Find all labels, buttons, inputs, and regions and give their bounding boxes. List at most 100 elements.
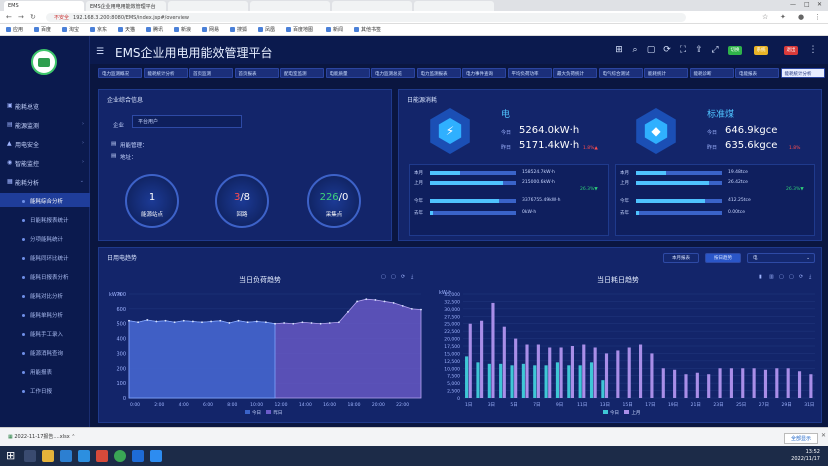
company-select[interactable]: 平台用户 xyxy=(132,115,242,128)
bar-tool-icon[interactable]: ▮ xyxy=(759,274,762,280)
screen-icon[interactable]: ▢ xyxy=(646,45,656,55)
nav-tab[interactable]: 首页报表 xyxy=(234,68,279,78)
refresh-icon[interactable]: ⟳ xyxy=(662,45,672,55)
sidebar-item[interactable]: ◉ 智能监控 › xyxy=(0,155,90,169)
expand-icon[interactable]: ⤢ xyxy=(710,45,720,55)
sidebar-item[interactable]: 能源消耗查询 xyxy=(0,345,90,359)
browser-tab[interactable] xyxy=(250,1,330,11)
download-tool-icon[interactable]: ⤓ xyxy=(411,274,413,280)
sidebar-item[interactable]: ▣ 能耗总览 xyxy=(0,98,90,112)
browser-tab[interactable] xyxy=(332,1,412,11)
bookmark-item[interactable]: 搜狐 xyxy=(230,26,247,33)
header-button[interactable]: 退出 xyxy=(784,46,798,55)
bookmark-item[interactable]: 百度 xyxy=(34,26,51,33)
app-icon[interactable] xyxy=(96,450,108,462)
chrome-icon[interactable] xyxy=(114,450,126,462)
stack-tool-icon[interactable]: ▥ xyxy=(769,274,774,280)
nav-tab[interactable]: 首页监测 xyxy=(189,68,233,78)
nav-tab[interactable]: 电能报表 xyxy=(735,68,779,78)
nav-tab[interactable]: 电气综合测试 xyxy=(598,68,643,78)
minimize-icon[interactable]: — xyxy=(790,1,796,8)
grid-icon[interactable]: ⊞ xyxy=(614,45,624,55)
start-icon[interactable]: ⊞ xyxy=(6,450,18,462)
energy-type-select[interactable]: 电 ⌄ xyxy=(747,253,815,263)
sidebar-item[interactable]: ▦ 能耗分析 ⌄ xyxy=(0,174,90,188)
menu-toggle-icon[interactable]: ☰ xyxy=(96,47,104,57)
download-tool-icon[interactable]: ⤓ xyxy=(809,274,811,280)
bookmark-item[interactable]: 新闻 xyxy=(326,26,343,33)
fullscreen-icon[interactable]: ⛶ xyxy=(678,45,688,55)
nav-tab[interactable]: 配电室监测 xyxy=(280,68,324,78)
menu-icon[interactable]: ⋮ xyxy=(814,13,821,21)
nav-tab[interactable]: 电力监测总览 xyxy=(371,68,415,78)
nav-tab[interactable]: 平均负荷功率 xyxy=(507,68,552,78)
nav-tab[interactable]: 电力事件查询 xyxy=(462,68,506,78)
nav-tab[interactable]: 能耗统计 xyxy=(644,68,688,78)
app-icon[interactable] xyxy=(150,450,162,462)
browser-tab[interactable]: EMS企业用电用能效管理平台 xyxy=(86,1,166,11)
daily-trend-button[interactable]: 按日趋势 xyxy=(705,253,741,263)
search-icon[interactable]: ⌕ xyxy=(630,45,640,55)
folder-icon[interactable] xyxy=(42,450,54,462)
bookmark-item[interactable]: 京东 xyxy=(90,26,107,33)
system-clock[interactable]: 13:52 2022/11/17 xyxy=(791,449,820,463)
bookmark-item[interactable]: 网易 xyxy=(202,26,219,33)
sidebar-item[interactable]: 用能报表 xyxy=(0,364,90,378)
nav-tab[interactable]: 能耗诊断 xyxy=(689,68,734,78)
download-item[interactable]: ▦ 2022-11-17报告....xlsx ⌃ xyxy=(8,433,75,440)
forward-icon[interactable]: → xyxy=(18,13,24,21)
sidebar-item[interactable]: 能耗日报表分析 xyxy=(0,269,90,283)
bookmark-item[interactable]: 腾讯 xyxy=(146,26,163,33)
show-all-downloads-button[interactable]: 全部显示 xyxy=(783,433,818,444)
star-icon[interactable]: ☆ xyxy=(762,13,768,21)
extension-icon[interactable]: ✦ xyxy=(780,13,786,21)
sidebar-item[interactable]: 能耗同环比统计 xyxy=(0,250,90,264)
sidebar-item[interactable]: ▲ 用电安全 › xyxy=(0,136,90,150)
monthly-report-button[interactable]: 本月报表 xyxy=(663,253,699,263)
bookmark-item[interactable]: 凤凰 xyxy=(258,26,275,33)
reload-icon[interactable]: ↻ xyxy=(30,13,36,21)
bar-tool-icon[interactable]: ▢ xyxy=(789,274,794,280)
refresh-tool-icon[interactable]: ⟳ xyxy=(401,274,405,280)
sidebar-item[interactable]: 能耗对比分析 xyxy=(0,288,90,302)
sidebar-item[interactable]: 能耗手工录入 xyxy=(0,326,90,340)
app-icon[interactable] xyxy=(132,450,144,462)
bookmark-item[interactable]: 应用 xyxy=(6,26,23,33)
more-icon[interactable]: ⋮ xyxy=(808,45,818,55)
refresh-tool-icon[interactable]: ⟳ xyxy=(799,274,803,280)
close-icon[interactable]: ✕ xyxy=(817,1,822,8)
nav-tab[interactable]: 能耗统计分析 xyxy=(143,68,188,78)
bookmark-item[interactable]: 新浪 xyxy=(174,26,191,33)
maximize-icon[interactable]: □ xyxy=(804,1,810,8)
bookmark-item[interactable]: 百度地图 xyxy=(286,26,313,33)
app-icon[interactable] xyxy=(78,450,90,462)
bookmark-item[interactable]: 淘宝 xyxy=(62,26,79,33)
bar-tool-icon[interactable]: ▢ xyxy=(391,274,396,280)
app-icon[interactable] xyxy=(60,450,72,462)
browser-tab[interactable] xyxy=(168,1,248,11)
share-icon[interactable]: ⇪ xyxy=(694,45,704,55)
header-button[interactable]: 系统 xyxy=(754,46,768,55)
search-icon[interactable] xyxy=(24,450,36,462)
bookmark-item[interactable]: 天猫 xyxy=(118,26,135,33)
nav-tab[interactable]: 电能质量 xyxy=(325,68,370,78)
nav-tab[interactable]: 电力监测报表 xyxy=(416,68,461,78)
back-icon[interactable]: ← xyxy=(6,13,12,21)
sidebar-item[interactable]: 分项能耗统计 xyxy=(0,231,90,245)
browser-tab[interactable]: EMS xyxy=(4,1,84,11)
sidebar-item[interactable]: 工作日报 xyxy=(0,383,90,397)
line-tool-icon[interactable]: ▢ xyxy=(381,274,386,280)
sidebar-item[interactable]: ▤ 能源监测 › xyxy=(0,117,90,131)
browser-tab[interactable] xyxy=(414,1,494,11)
nav-tab[interactable]: 电力监测概况 xyxy=(98,68,142,78)
sidebar-item[interactable]: 能耗综合分析 xyxy=(0,193,90,207)
profile-icon[interactable]: ● xyxy=(798,13,804,21)
nav-tab[interactable]: 最大负荷统计 xyxy=(553,68,597,78)
header-button[interactable]: 切换 xyxy=(728,46,742,55)
sidebar-item[interactable]: 能耗单耗分析 xyxy=(0,307,90,321)
line-tool-icon[interactable]: ▢ xyxy=(779,274,784,280)
sidebar-item[interactable]: 日能耗报表统计 xyxy=(0,212,90,226)
bookmark-item[interactable]: 其他书签 xyxy=(354,26,381,33)
nav-tab[interactable]: 能耗统计分析 xyxy=(780,68,825,78)
close-icon[interactable]: ✕ xyxy=(821,432,826,439)
